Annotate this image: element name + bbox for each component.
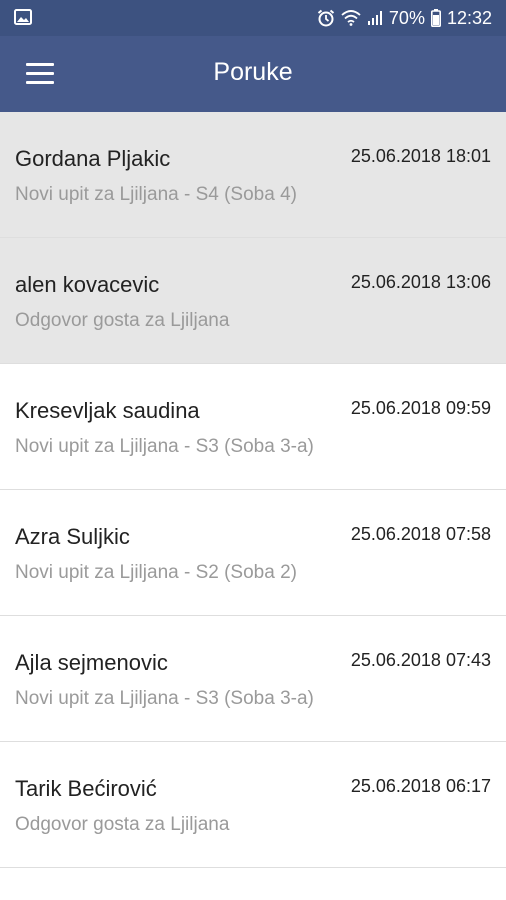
- message-item[interactable]: Tarik Bećirović 25.06.2018 06:17 Odgovor…: [0, 742, 506, 868]
- message-date: 25.06.2018 13:06: [350, 272, 491, 292]
- message-date: 25.06.2018 09:59: [350, 398, 491, 418]
- message-date: 25.06.2018 07:43: [350, 650, 491, 670]
- sender-name: Azra Suljkic: [15, 524, 130, 549]
- message-item[interactable]: alen kovacevic 25.06.2018 13:06 Odgovor …: [0, 238, 506, 364]
- page-title: Poruke: [213, 58, 293, 86]
- sender-name: Ajla sejmenovic: [15, 650, 168, 675]
- status-icons: 70% 12:32: [317, 0, 492, 36]
- message-item[interactable]: Gordana Pljakic 25.06.2018 18:01 Novi up…: [0, 112, 506, 238]
- message-subtitle: Odgovor gosta za Ljiljana: [15, 310, 230, 331]
- app-bar: Poruke: [0, 36, 506, 112]
- status-bar: 70% 12:32: [0, 0, 506, 36]
- message-item[interactable]: Kresevljak saudina 25.06.2018 09:59 Novi…: [0, 364, 506, 490]
- wifi-icon: [341, 10, 361, 26]
- sender-name: alen kovacevic: [15, 272, 160, 297]
- message-date: 25.06.2018 06:17: [350, 776, 491, 796]
- image-icon: [14, 9, 32, 25]
- message-item[interactable]: Ajla sejmenovic 25.06.2018 07:43 Novi up…: [0, 616, 506, 742]
- battery-icon: [430, 9, 441, 27]
- status-time: 12:32: [446, 7, 492, 28]
- signal-icon: [367, 11, 382, 25]
- sender-name: Kresevljak saudina: [15, 398, 200, 423]
- message-date: 25.06.2018 07:58: [350, 524, 491, 544]
- message-list: Gordana Pljakic 25.06.2018 18:01 Novi up…: [0, 112, 506, 868]
- message-subtitle: Novi upit za Ljiljana - S3 (Soba 3-a): [15, 436, 314, 457]
- message-subtitle: Novi upit za Ljiljana - S3 (Soba 3-a): [15, 688, 314, 709]
- message-date: 25.06.2018 18:01: [350, 146, 491, 166]
- message-subtitle: Novi upit za Ljiljana - S4 (Soba 4): [15, 184, 297, 205]
- message-subtitle: Odgovor gosta za Ljiljana: [15, 814, 230, 835]
- alarm-icon: [317, 9, 335, 27]
- message-item[interactable]: Azra Suljkic 25.06.2018 07:58 Novi upit …: [0, 490, 506, 616]
- battery-percent: 70%: [388, 7, 425, 28]
- sender-name: Gordana Pljakic: [15, 146, 171, 171]
- message-subtitle: Novi upit za Ljiljana - S2 (Soba 2): [15, 562, 297, 583]
- sender-name: Tarik Bećirović: [15, 776, 157, 801]
